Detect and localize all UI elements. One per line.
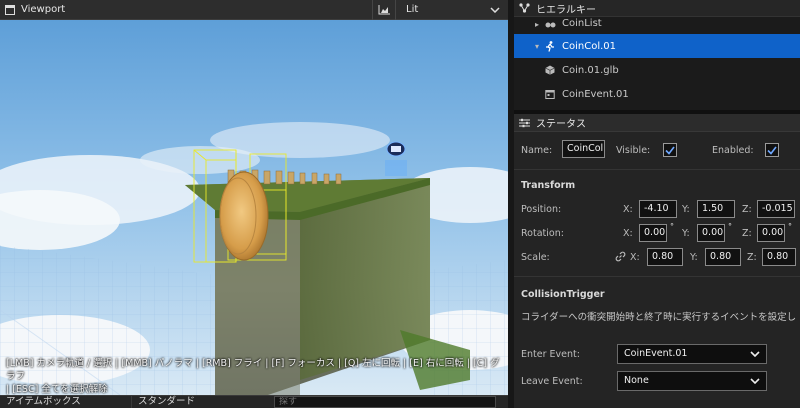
link-icon[interactable] — [615, 251, 626, 262]
viewport-title: Viewport — [0, 4, 372, 15]
hierarchy-item-coinevent[interactable]: CoinEvent.01 — [514, 82, 800, 106]
rotation-y-label: Y: — [682, 228, 690, 239]
rotation-x-label: X: — [623, 228, 633, 239]
item-box-bar: アイテムボックス スタンダード — [0, 395, 508, 408]
viewport-panel: Viewport Lit [LMB] カメラ軌道 / 選択 | [MMB] パノ… — [0, 0, 508, 395]
viewport-title-label: Viewport — [21, 4, 66, 15]
hierarchy-item-coin-glb[interactable]: Coin.01.glb — [514, 58, 800, 82]
rotation-y-field[interactable]: 0.00 — [697, 224, 725, 242]
hierarchy-item-label: CoinCol.01 — [562, 40, 616, 52]
chart-icon — [378, 4, 390, 14]
hierarchy-panel: ヒエラルキー ▸ CoinList ▾ CoinCol.01 Coin.01.g… — [514, 0, 800, 110]
chevron-right-icon[interactable]: ▸ — [531, 20, 543, 29]
position-x-field[interactable]: -4.10 — [639, 200, 677, 218]
chevron-down-icon[interactable]: ▾ — [531, 42, 543, 51]
rotation-z-field[interactable]: 0.00 — [757, 224, 785, 242]
cube-icon — [543, 65, 557, 75]
position-z-label: Z: — [742, 204, 752, 215]
visible-label: Visible: — [616, 145, 651, 156]
collision-section-title: CollisionTrigger — [521, 289, 605, 300]
rotation-z-label: Z: — [742, 228, 752, 239]
rotation-y-degree: ° — [728, 222, 732, 231]
leave-event-label: Leave Event: — [521, 376, 583, 387]
scale-x-label: X: — [630, 252, 640, 263]
sliders-icon — [519, 118, 530, 127]
window-icon — [5, 4, 15, 15]
position-z-field[interactable]: -0.015 — [757, 200, 795, 218]
render-mode-value: Lit — [406, 4, 419, 15]
hierarchy-item-label: CoinList — [562, 18, 602, 29]
chevron-down-icon — [750, 351, 760, 357]
scale-z-field[interactable]: 0.80 — [762, 248, 796, 266]
position-y-label: Y: — [682, 204, 690, 215]
scale-y-field[interactable]: 0.80 — [705, 248, 741, 266]
enabled-label: Enabled: — [712, 145, 754, 156]
scale-y-label: Y: — [690, 252, 698, 263]
rotation-z-degree: ° — [788, 222, 792, 231]
scale-z-label: Z: — [747, 252, 757, 263]
scale-x-field[interactable]: 0.80 — [647, 248, 683, 266]
hierarchy-header: ヒエラルキー — [514, 0, 800, 17]
render-mode-dropdown[interactable]: Lit — [396, 0, 508, 20]
controls-help-text: [LMB] カメラ軌道 / 選択 | [MMB] パノラマ | [RMB] フラ… — [6, 357, 506, 396]
name-label: Name: — [521, 145, 553, 156]
enter-event-dropdown[interactable]: CoinEvent.01 — [617, 344, 767, 364]
hierarchy-item-coinlist[interactable]: ▸ CoinList — [514, 17, 800, 29]
enter-event-label: Enter Event: — [521, 349, 580, 360]
stats-button[interactable] — [373, 0, 395, 20]
hierarchy-item-label: Coin.01.glb — [562, 64, 619, 76]
hierarchy-title: ヒエラルキー — [536, 4, 596, 16]
transform-section-title: Transform — [521, 180, 576, 191]
group-icon — [543, 20, 557, 29]
rotation-label: Rotation: — [521, 228, 564, 239]
scale-label: Scale: — [521, 252, 550, 263]
position-label: Position: — [521, 204, 562, 215]
chevron-down-icon — [750, 378, 760, 384]
check-icon — [665, 146, 675, 155]
status-header: ステータス — [514, 114, 800, 132]
enabled-checkbox[interactable] — [765, 143, 779, 157]
item-box-tab[interactable]: アイテムボックス — [0, 395, 132, 408]
calendar-icon — [543, 89, 557, 99]
check-icon — [767, 146, 777, 155]
leave-event-dropdown[interactable]: None — [617, 371, 767, 391]
viewport-header: Viewport Lit — [0, 0, 508, 20]
rotation-x-field[interactable]: 0.00 — [639, 224, 667, 242]
collision-description: コライダーへの衝突開始時と終了時に実行するイベントを設定します — [521, 312, 797, 323]
name-field[interactable]: CoinCol.01 — [562, 140, 605, 158]
scene-canvas[interactable] — [0, 20, 508, 395]
rotation-x-degree: ° — [670, 222, 674, 231]
visible-checkbox[interactable] — [663, 143, 677, 157]
hierarchy-icon — [519, 3, 530, 13]
enter-event-value: CoinEvent.01 — [624, 348, 688, 359]
chevron-down-icon — [490, 6, 500, 13]
status-panel: ステータス Name: CoinCol.01 Visible: Enabled:… — [514, 114, 800, 408]
position-x-label: X: — [623, 204, 633, 215]
item-search-input[interactable] — [274, 396, 496, 408]
standard-tab[interactable]: スタンダード — [132, 396, 274, 408]
run-icon — [543, 40, 557, 52]
controls-help-line-1: [LMB] カメラ軌道 / 選択 | [MMB] パノラマ | [RMB] フラ… — [6, 358, 500, 382]
leave-event-value: None — [624, 375, 649, 386]
status-title: ステータス — [536, 119, 586, 130]
hierarchy-item-label: CoinEvent.01 — [562, 88, 629, 100]
position-y-field[interactable]: 1.50 — [697, 200, 735, 218]
hierarchy-item-coincol[interactable]: ▾ CoinCol.01 — [514, 34, 800, 58]
